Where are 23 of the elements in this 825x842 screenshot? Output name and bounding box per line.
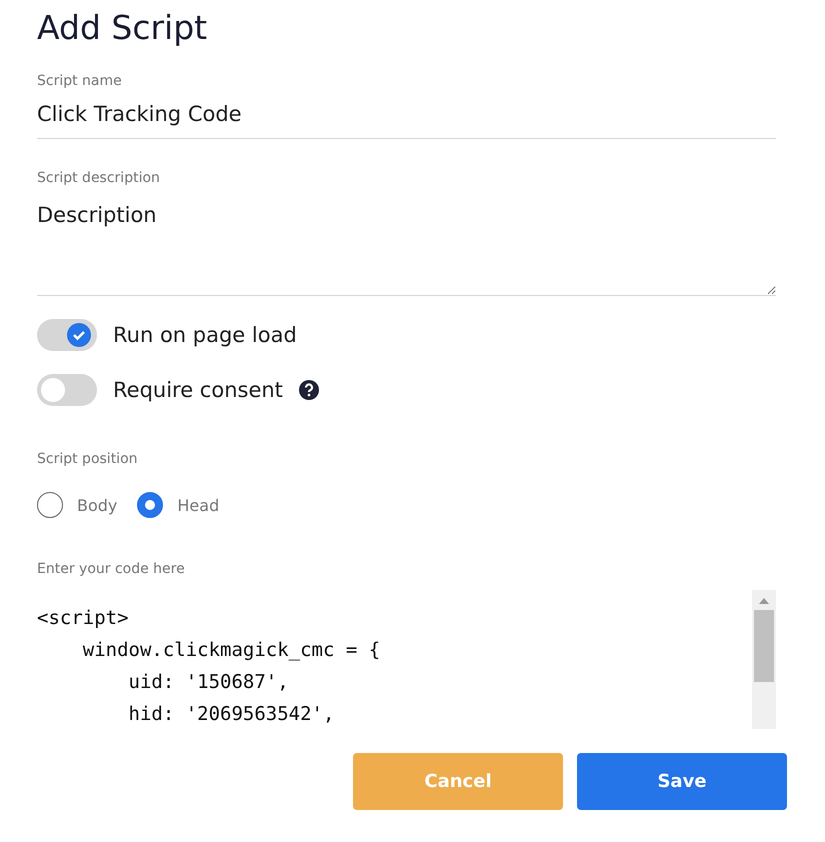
radio-label: Head bbox=[177, 496, 220, 514]
field-label: Script description bbox=[37, 169, 161, 187]
toggle-label: Run on page load bbox=[113, 323, 297, 347]
radio-button[interactable] bbox=[137, 492, 164, 518]
field-label: Script position bbox=[37, 450, 139, 468]
toggle-label: Require consent bbox=[113, 378, 283, 402]
save-button[interactable]: Save bbox=[577, 753, 787, 810]
code-line: hid: '2069563542', bbox=[128, 702, 336, 727]
help-icon[interactable] bbox=[298, 380, 319, 400]
script-name-field[interactable]: Click Tracking Code bbox=[37, 90, 776, 139]
code-line: window.clickmagick_cmc = { bbox=[82, 638, 382, 663]
scrollbar[interactable] bbox=[752, 590, 776, 729]
scroll-up-icon[interactable] bbox=[759, 598, 769, 604]
field-label: Enter your code here bbox=[37, 560, 186, 578]
radio-label: Body bbox=[77, 496, 118, 514]
check-icon bbox=[72, 328, 86, 342]
page-title: Add Script bbox=[37, 7, 208, 49]
radio-button[interactable] bbox=[37, 492, 63, 518]
code-line: uid: '150687', bbox=[128, 670, 290, 695]
code-line: <script> bbox=[37, 606, 130, 631]
field-label: Script name bbox=[37, 72, 123, 90]
toggle-switch[interactable] bbox=[37, 319, 97, 351]
toggle-switch[interactable] bbox=[37, 374, 97, 406]
